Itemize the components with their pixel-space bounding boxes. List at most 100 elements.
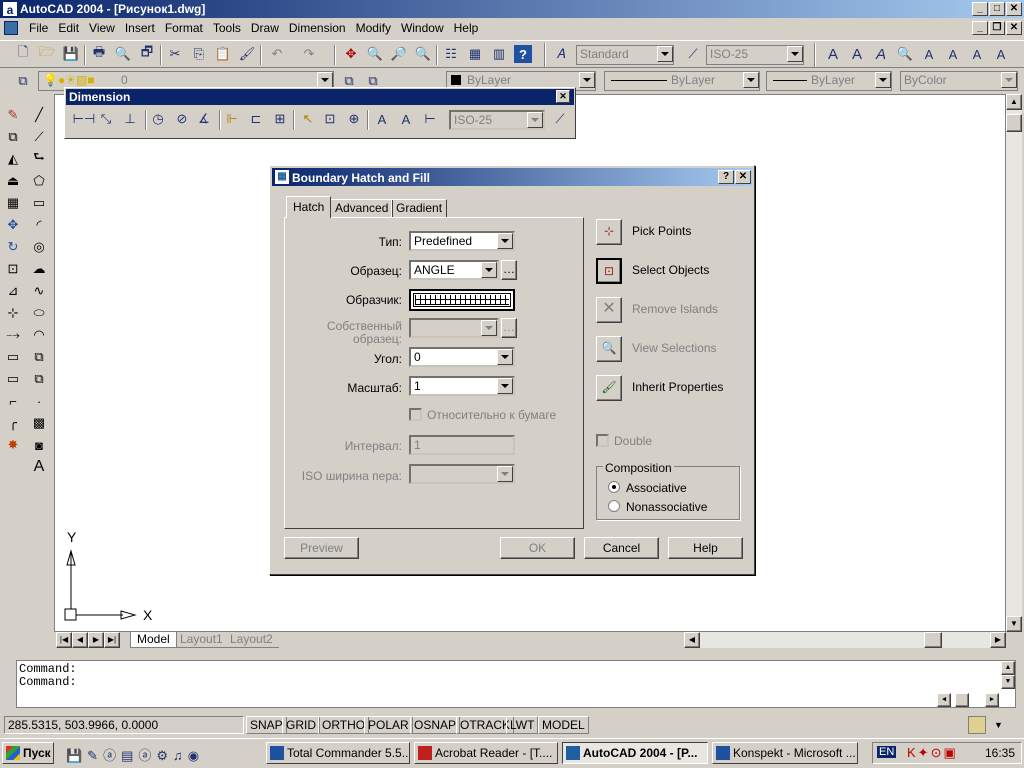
convert-distance-icon[interactable]: A (990, 43, 1012, 65)
last-tab-button[interactable]: ▶| (104, 632, 120, 648)
copy-icon[interactable]: ⎘ (188, 43, 210, 65)
quick-leader-icon[interactable]: ↖ (297, 108, 319, 130)
layer-manager-icon[interactable]: ⧉ (12, 70, 34, 92)
erase-icon[interactable]: ✎ (2, 104, 24, 126)
find-icon[interactable]: 🔍 (894, 43, 916, 65)
dimension-style-manager-icon[interactable]: ⟋ (549, 108, 571, 130)
trim-icon[interactable]: ⊹ (2, 302, 24, 324)
inherit-properties-label[interactable]: Inherit Properties (632, 380, 723, 394)
construction-line-icon[interactable]: ⟋ (28, 126, 50, 148)
linetype-select[interactable]: ByLayer (604, 71, 760, 91)
prev-tab-button[interactable]: ◀ (72, 632, 88, 648)
spell-icon[interactable]: A (918, 43, 940, 65)
multiline-text-icon[interactable]: A (28, 456, 50, 478)
polygon-icon[interactable]: ⬠ (28, 170, 50, 192)
extend-icon[interactable]: ⤍ (2, 324, 24, 346)
ellipse-arc-icon[interactable]: ◠ (28, 324, 50, 346)
dim-style-icon[interactable]: ⟋ (682, 43, 704, 65)
text-style-icon[interactable]: 𝐴 (550, 43, 572, 65)
cmd-scroll-up[interactable]: ▲ (1001, 661, 1015, 675)
save-icon[interactable]: 💾 (60, 43, 82, 65)
status-polar-button[interactable]: POLAR (364, 716, 413, 734)
array-icon[interactable]: ▦ (2, 192, 24, 214)
help-icon[interactable]: ? (514, 45, 532, 63)
chevron-down-icon[interactable] (497, 378, 513, 394)
hscroll-thumb[interactable] (924, 632, 942, 648)
view-selections-label[interactable]: View Selections (632, 341, 717, 355)
tray-settings-icon[interactable] (968, 716, 986, 734)
pick-points-label[interactable]: Pick Points (632, 224, 691, 238)
start-button[interactable]: Пуск (2, 742, 54, 764)
chevron-down-icon[interactable] (481, 262, 497, 278)
chevron-down-icon[interactable] (657, 46, 673, 62)
dimension-style-select[interactable]: ISO-25 (449, 110, 545, 130)
scroll-right-button[interactable]: ▶ (990, 632, 1006, 648)
tab-model[interactable]: Model (130, 632, 177, 648)
menu-item-format[interactable]: Format (160, 21, 208, 35)
dialog-help-icon[interactable]: ? (718, 170, 734, 184)
menu-item-window[interactable]: Window (396, 21, 449, 35)
dimension-update-icon[interactable]: ⊢ (419, 108, 441, 130)
status-snap-button[interactable]: SNAP (246, 716, 287, 734)
ok-button[interactable]: OK (500, 537, 575, 559)
chevron-down-icon[interactable] (787, 46, 803, 62)
zoom-previous-icon[interactable]: 🔍 (412, 43, 434, 65)
zoom-window-icon[interactable]: 🔎 (388, 43, 410, 65)
ellipse-icon[interactable]: ⬭ (28, 302, 50, 324)
cmd-hscroll-thumb[interactable] (955, 693, 969, 707)
inherit-properties-button[interactable]: 🖌 (596, 375, 622, 401)
taskbar-task[interactable]: Acrobat Reader - [T.... (414, 742, 558, 764)
spline-icon[interactable]: ∿ (28, 280, 50, 302)
zoom-realtime-icon[interactable]: 🔍 (364, 43, 386, 65)
autocad-app-icon[interactable]: a (2, 1, 18, 17)
double-checkbox[interactable] (596, 434, 609, 447)
scroll-up-button[interactable]: ▲ (1006, 94, 1022, 110)
text-icon[interactable]: A (822, 43, 844, 65)
chevron-down-icon[interactable] (743, 72, 759, 88)
taskbar-task[interactable]: AutoCAD 2004 - [P... (562, 742, 708, 764)
tab-gradient[interactable]: Gradient (391, 199, 448, 217)
mirror-icon[interactable]: ◭ (2, 148, 24, 170)
scale-select[interactable]: 1 (409, 376, 515, 396)
break-icon[interactable]: ▭ (2, 346, 24, 368)
mtext-icon[interactable]: A (846, 43, 868, 65)
tray-app-icons[interactable]: K✦⊙▣ (907, 745, 958, 761)
make-block-icon[interactable]: ⧉ (28, 368, 50, 390)
menu-item-help[interactable]: Help (449, 21, 484, 35)
open-icon[interactable]: 🗁 (36, 43, 58, 65)
taskbar-task[interactable]: Total Commander 5.5... (266, 742, 410, 764)
line-icon[interactable]: ╱ (28, 104, 50, 126)
explode-icon[interactable]: ✸ (2, 434, 24, 456)
dim-style-select[interactable]: ISO-25 (706, 45, 804, 65)
doc-minimize-button[interactable]: _ (972, 21, 988, 35)
select-objects-button[interactable]: ⊡ (596, 258, 622, 284)
menu-item-insert[interactable]: Insert (120, 21, 160, 35)
command-window[interactable]: Command: Command: ▲ ▼ ◀ ▶ (16, 660, 1016, 708)
select-objects-label[interactable]: Select Objects (632, 263, 709, 277)
revision-cloud-icon[interactable]: ☁ (28, 258, 50, 280)
tab-advanced[interactable]: Advanced (330, 199, 394, 217)
status-coords[interactable]: 285.5315, 503.9966, 0.0000 (4, 716, 244, 734)
menu-item-view[interactable]: View (84, 21, 120, 35)
design-center-icon[interactable]: ▦ (464, 43, 486, 65)
next-tab-button[interactable]: ▶ (88, 632, 104, 648)
taskbar-task[interactable]: Konspekt - Microsoft ... (712, 742, 858, 764)
app-title-bar[interactable]: a AutoCAD 2004 - [Рисунок1.dwg] _ □ ✕ (0, 0, 1024, 18)
status-grid-button[interactable]: GRID (282, 716, 320, 734)
preview-button[interactable]: Preview (284, 537, 359, 559)
status-lwt-button[interactable]: LWT (506, 716, 539, 734)
pattern-swatch[interactable] (409, 289, 515, 311)
ordinate-dimension-icon[interactable]: ⊥ (119, 108, 141, 130)
circle-icon[interactable]: ◎ (28, 236, 50, 258)
match-properties-icon[interactable]: 🖌 (236, 43, 258, 65)
chevron-down-icon[interactable] (579, 72, 595, 88)
tab-layout2[interactable]: Layout2 (224, 632, 279, 648)
chevron-down-icon[interactable] (317, 72, 333, 88)
copy-object-icon[interactable]: ⧉ (2, 126, 24, 148)
spacing-input[interactable]: 1 (409, 435, 515, 455)
pattern-select[interactable]: ANGLE (409, 260, 499, 280)
chevron-down-icon[interactable] (497, 349, 513, 365)
chevron-down-icon[interactable] (497, 233, 513, 249)
iso-pen-width-select[interactable] (409, 464, 515, 484)
view-selections-button[interactable]: 🔍 (596, 336, 622, 362)
